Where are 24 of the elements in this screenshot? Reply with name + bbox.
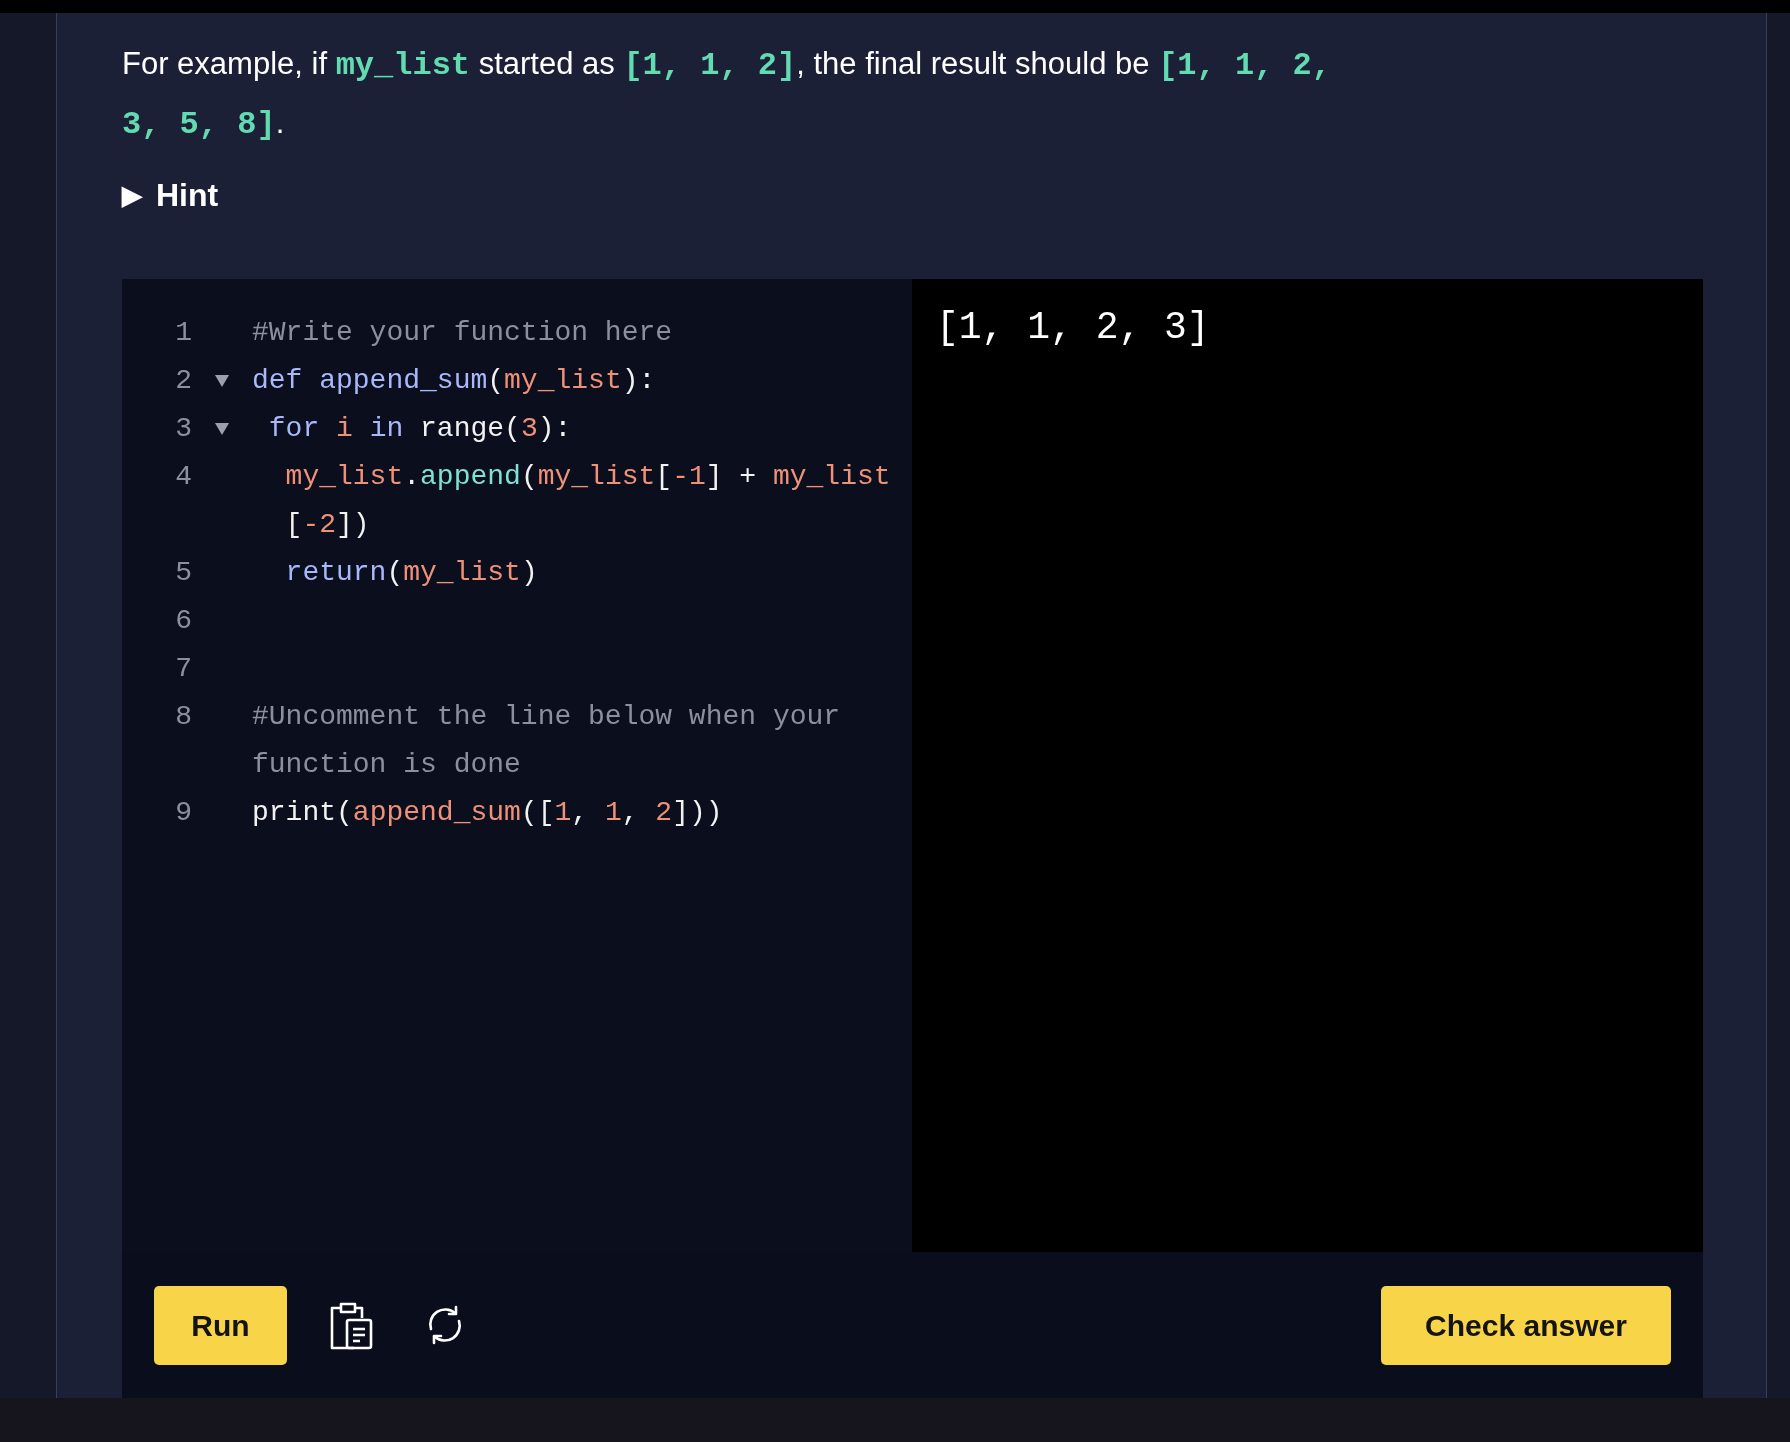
line-number: 7 xyxy=(175,653,192,684)
code-line: #Uncomment the line below when your function is done xyxy=(252,700,842,782)
code-line: #Write your function here xyxy=(252,316,674,350)
code-line: for i in range(3): xyxy=(267,412,573,446)
line-number: 8 xyxy=(175,701,192,732)
code-editor[interactable] xyxy=(122,279,912,1252)
code-line: print(append_sum([1, 1, 2])) xyxy=(252,796,724,830)
code-line: return(my_list) xyxy=(284,556,539,590)
run-button[interactable]: Run xyxy=(154,1285,287,1365)
output-text: [1, 1, 2, 3] xyxy=(936,305,1210,351)
hint-toggle[interactable]: ▶ Hint xyxy=(122,171,219,219)
line-number: 6 xyxy=(175,605,192,636)
line-number: 3 xyxy=(175,413,192,444)
line-number: 4 xyxy=(175,461,192,492)
fold-icon[interactable] xyxy=(215,423,229,435)
fold-icon[interactable] xyxy=(215,375,229,387)
code-line: my_list.append(my_list[-1] + my_list [-2]) xyxy=(284,460,892,542)
instruction-text: For example, if my_list started as [1, 1, 2], the final result should be [1, 1, 2, 3, 5, 8]. xyxy=(122,45,1332,145)
line-number: 9 xyxy=(175,797,192,828)
line-number: 5 xyxy=(175,557,192,588)
check-answer-button[interactable]: Check answer xyxy=(1381,1285,1671,1365)
line-number: 1 xyxy=(175,317,192,348)
line-number: 2 xyxy=(175,365,192,396)
code-line: def append_sum(my_list): xyxy=(252,364,657,398)
